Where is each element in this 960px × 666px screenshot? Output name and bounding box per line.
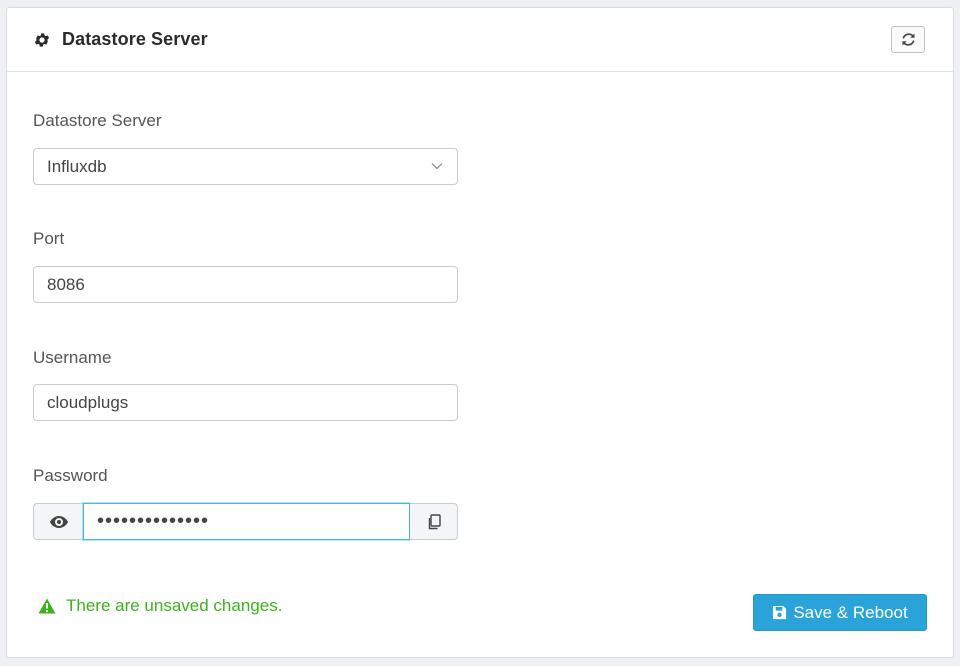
port-value: 8086 xyxy=(47,274,85,294)
port-field[interactable]: 8086 xyxy=(33,266,458,303)
unsaved-changes-notice: There are unsaved changes. xyxy=(38,596,282,616)
save-reboot-label: Save & Reboot xyxy=(793,602,908,622)
password-group xyxy=(33,503,458,540)
username-label: Username xyxy=(33,348,112,367)
panel-header: Datastore Server xyxy=(7,8,953,72)
port-label: Port xyxy=(33,229,65,248)
show-password-button[interactable] xyxy=(33,503,83,540)
datastore-label: Datastore Server xyxy=(33,111,162,130)
save-reboot-button[interactable]: Save & Reboot xyxy=(753,594,927,631)
copy-icon xyxy=(428,513,441,529)
password-field[interactable] xyxy=(83,503,410,540)
refresh-button[interactable] xyxy=(891,26,925,53)
floppy-disk-icon xyxy=(773,605,787,620)
gear-icon xyxy=(34,32,50,47)
page-title: Datastore Server xyxy=(62,29,208,49)
chevron-down-icon xyxy=(431,163,443,170)
warning-triangle-icon xyxy=(38,598,56,614)
datastore-panel: Datastore Server Datastore Server Influx… xyxy=(6,7,954,658)
password-label: Password xyxy=(33,466,108,485)
copy-password-button[interactable] xyxy=(410,503,458,540)
datastore-select-value: Influxdb xyxy=(47,156,107,176)
username-value: cloudplugs xyxy=(47,392,129,412)
unsaved-changes-text: There are unsaved changes. xyxy=(66,596,283,615)
datastore-select[interactable]: Influxdb xyxy=(33,148,458,185)
refresh-icon xyxy=(901,33,915,46)
username-field[interactable]: cloudplugs xyxy=(33,384,458,421)
eye-icon xyxy=(49,515,68,528)
